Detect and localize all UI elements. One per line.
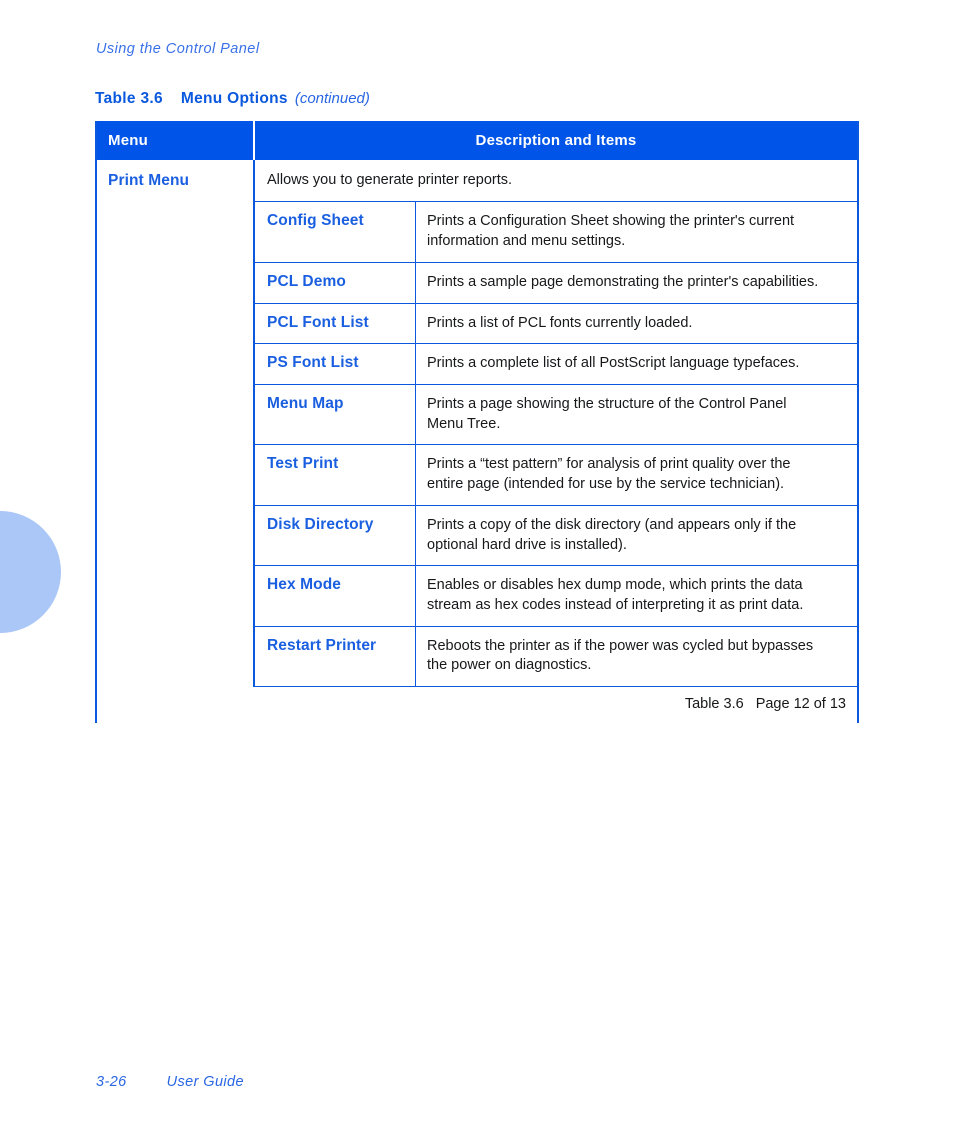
item-label-pcl-demo: PCL Demo bbox=[255, 262, 416, 303]
menu-name-print-menu: Print Menu bbox=[108, 172, 190, 189]
item-description-menu-map: Prints a page showing the structure of t… bbox=[416, 385, 857, 444]
page-number: 3-26 bbox=[96, 1074, 127, 1090]
description-line: Prints a complete list of all PostScript… bbox=[427, 355, 800, 372]
item-label-ps-font-list: PS Font List bbox=[255, 344, 416, 385]
table-caption-number: Table 3.6 bbox=[95, 90, 163, 107]
description-line: Prints a sample page demonstrating the p… bbox=[427, 273, 819, 290]
item-label-pcl-font-list: PCL Font List bbox=[255, 303, 416, 344]
item-description-restart-printer: Reboots the printer as if the power was … bbox=[416, 627, 857, 686]
item-description-test-print: Prints a “test pattern” for analysis of … bbox=[416, 445, 857, 504]
table-row: Config Sheet Prints a Configuration Shee… bbox=[255, 202, 857, 263]
item-label-config-sheet: Config Sheet bbox=[255, 202, 416, 262]
item-description-ps-font-list: Prints a complete list of all PostScript… bbox=[416, 344, 857, 384]
description-line: Reboots the printer as if the power was … bbox=[427, 637, 814, 654]
items-column: Allows you to generate printer reports. … bbox=[255, 160, 857, 688]
table-footer-row: Table 3.6 Page 12 of 13 bbox=[97, 687, 857, 723]
item-description-disk-directory: Prints a copy of the disk directory (and… bbox=[416, 506, 857, 565]
page-thumb-tab bbox=[0, 511, 61, 633]
item-label-disk-directory: Disk Directory bbox=[255, 505, 416, 566]
table-header-row: Menu Description and Items bbox=[97, 121, 857, 160]
item-description-config-sheet: Prints a Configuration Sheet showing the… bbox=[416, 202, 857, 261]
description-line: the power on diagnostics. bbox=[427, 657, 592, 674]
table-footer-pagination: Page 12 of 13 bbox=[755, 696, 846, 713]
table-footer-ref: Table 3.6 bbox=[684, 696, 744, 713]
item-description-pcl-font-list: Prints a list of PCL fonts currently loa… bbox=[416, 304, 857, 344]
table-row: Menu Map Prints a page showing the struc… bbox=[255, 385, 857, 446]
column-header-description: Description and Items bbox=[475, 132, 637, 149]
item-label-hex-mode: Hex Mode bbox=[255, 566, 416, 626]
description-line: Prints a “test pattern” for analysis of … bbox=[427, 456, 791, 473]
description-line: Enables or disables hex dump mode, which… bbox=[427, 577, 803, 594]
description-line: Prints a list of PCL fonts currently loa… bbox=[427, 314, 693, 331]
table-caption: Table 3.6 Menu Options (continued) bbox=[95, 90, 370, 108]
table-row: Disk Directory Prints a copy of the disk… bbox=[255, 505, 857, 567]
table-row: PCL Demo Prints a sample page demonstrat… bbox=[255, 262, 857, 304]
description-line: entire page (intended for use by the ser… bbox=[427, 476, 785, 493]
table-row: PS Font List Prints a complete list of a… bbox=[255, 344, 857, 386]
table-body: Print Menu Allows you to generate printe… bbox=[97, 160, 857, 688]
table-row: Restart Printer Reboots the printer as i… bbox=[255, 626, 857, 688]
column-header-menu: Menu bbox=[97, 121, 255, 160]
menu-options-table: Menu Description and Items Print Menu Al… bbox=[95, 121, 859, 724]
item-description-hex-mode: Enables or disables hex dump mode, which… bbox=[416, 566, 857, 625]
table-caption-title: Menu Options bbox=[180, 90, 288, 107]
table-row: Test Print Prints a “test pattern” for a… bbox=[255, 445, 857, 506]
item-label-test-print: Test Print bbox=[255, 445, 416, 505]
item-label-menu-map: Menu Map bbox=[255, 385, 416, 445]
item-label-restart-printer: Restart Printer bbox=[255, 626, 416, 687]
page-footer: 3-26 User Guide bbox=[96, 1074, 244, 1090]
menu-column: Print Menu bbox=[97, 160, 255, 688]
running-header: Using the Control Panel bbox=[96, 41, 260, 57]
table-row: PCL Font List Prints a list of PCL fonts… bbox=[255, 303, 857, 345]
description-line: optional hard drive is installed). bbox=[427, 536, 627, 553]
description-line: stream as hex codes instead of interpret… bbox=[427, 597, 804, 614]
description-line: information and menu settings. bbox=[427, 233, 626, 250]
table-row: Hex Mode Enables or disables hex dump mo… bbox=[255, 566, 857, 627]
description-line: Prints a copy of the disk directory (and… bbox=[427, 516, 797, 533]
table-caption-continued: (continued) bbox=[294, 90, 370, 107]
description-line: Prints a Configuration Sheet showing the… bbox=[427, 213, 795, 230]
description-line: Prints a page showing the structure of t… bbox=[427, 396, 787, 413]
item-description-pcl-demo: Prints a sample page demonstrating the p… bbox=[416, 263, 857, 303]
description-line: Menu Tree. bbox=[427, 415, 501, 432]
menu-intro-text: Allows you to generate printer reports. bbox=[255, 160, 857, 203]
document-title: User Guide bbox=[166, 1074, 244, 1090]
